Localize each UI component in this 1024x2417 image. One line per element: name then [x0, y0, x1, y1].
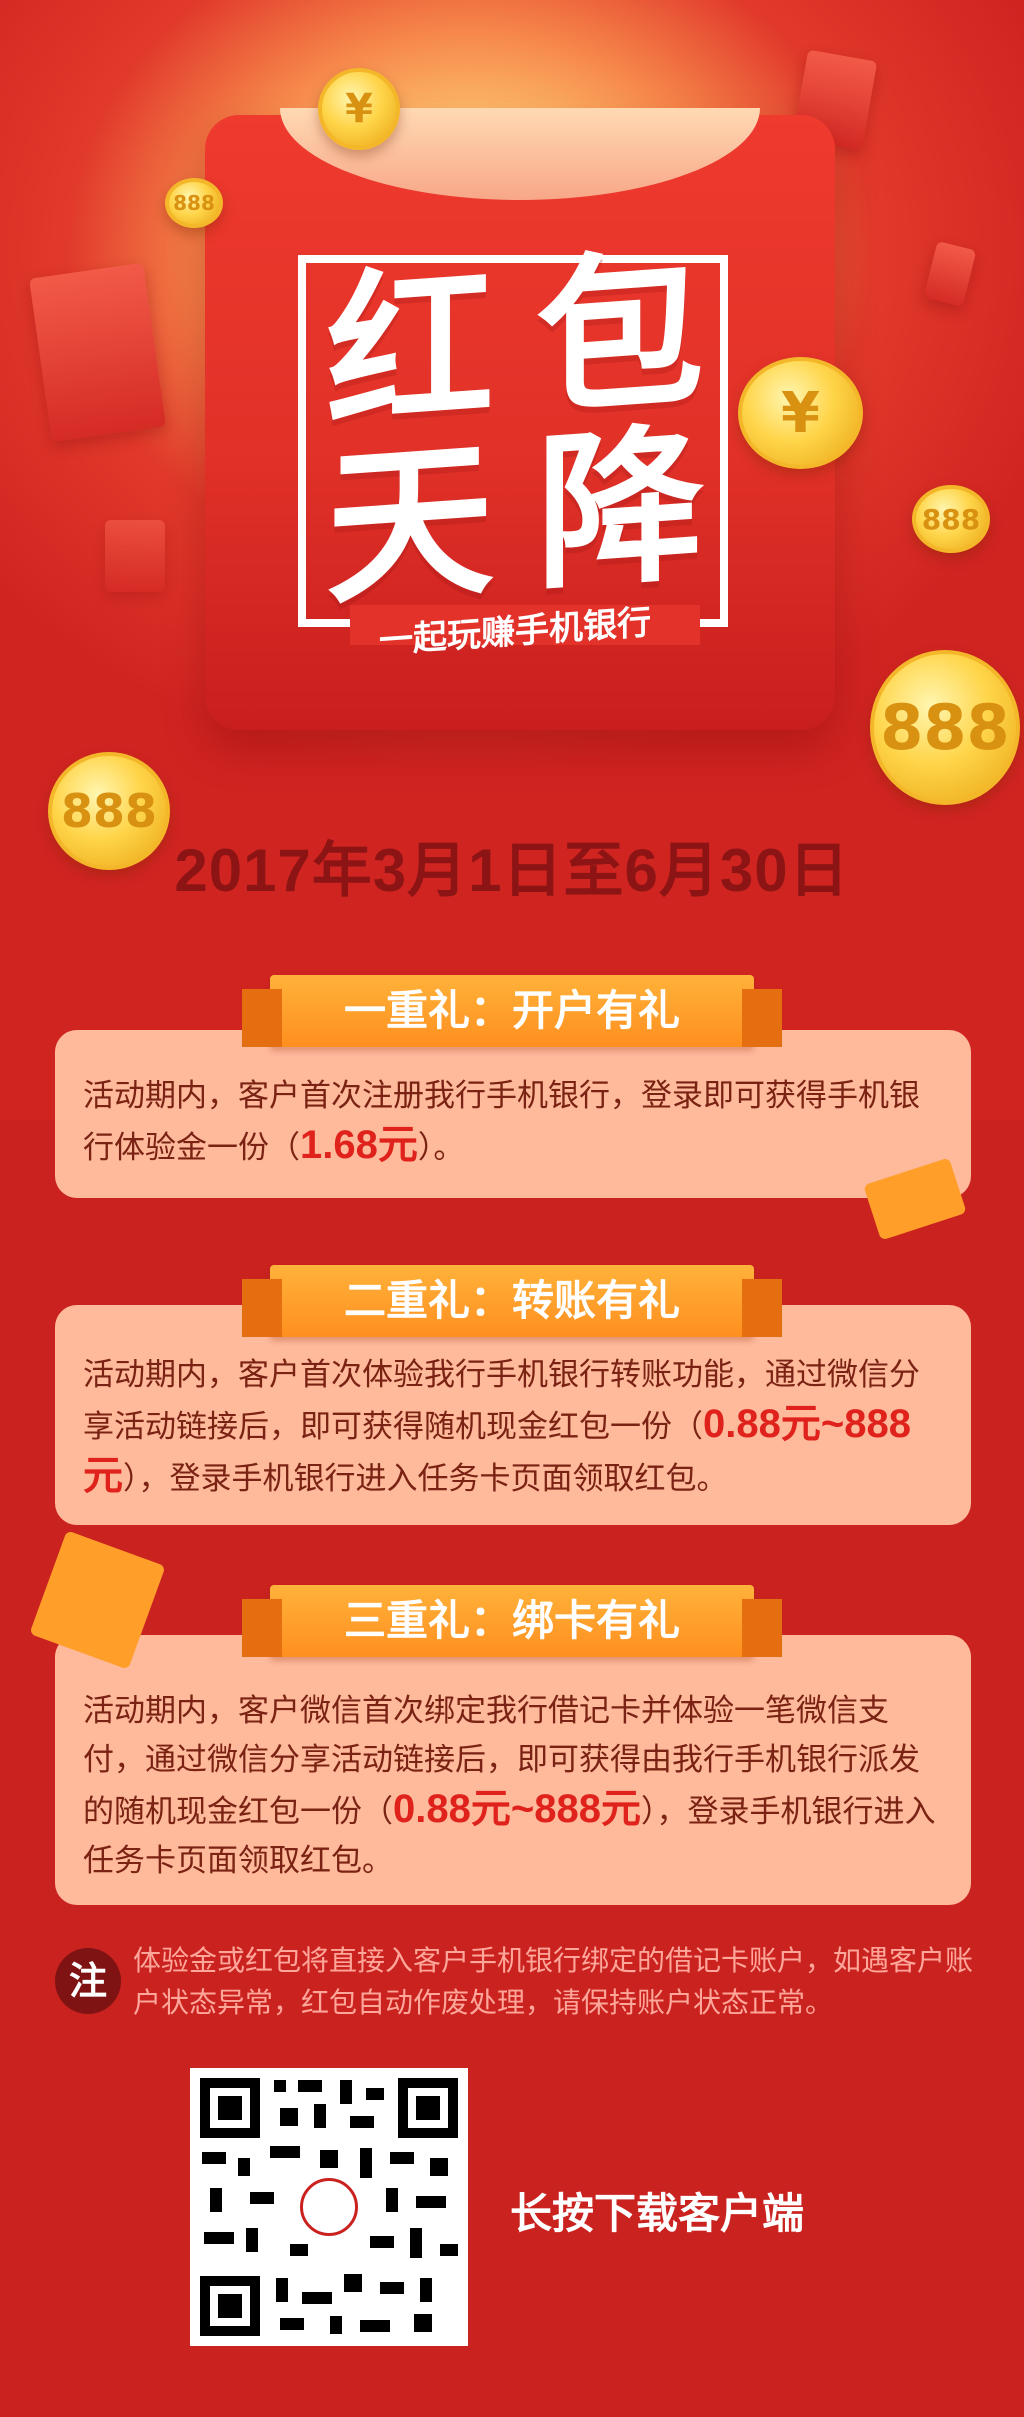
campaign-date-range: 2017年3月1日至6月30日 — [174, 837, 850, 904]
gift-amount: 0.88元~888元 — [393, 1787, 641, 1831]
gift-banner-2: 二重礼：转账有礼 — [242, 1265, 782, 1337]
888-coin-icon: 888 — [870, 650, 1020, 805]
promo-poster: 红 包 天 降 一起玩赚手机银行 ¥ 888 ¥ 888 888 888 201… — [0, 0, 1024, 2417]
gift-card-2: 活动期内，客户首次体验我行手机银行转账功能，通过微信分享活动链接后，即可获得随机… — [55, 1305, 971, 1525]
note-badge: 注 — [55, 1948, 121, 2014]
hero-title-char: 降 — [536, 405, 704, 614]
gift-text: ），登录手机银行进入任务卡页面领取红包。 — [123, 1461, 728, 1497]
note-text: 体验金或红包将直接入客户手机银行绑定的借记卡账户，如遇客户账户状态异常，红包自动… — [133, 1944, 974, 2019]
gift-amount: 1.68元 — [300, 1123, 418, 1167]
hero-title: 红 包 天 降 — [305, 230, 725, 629]
888-coin-icon: 888 — [165, 178, 223, 228]
flying-red-envelope — [105, 520, 165, 592]
flying-red-envelope — [29, 262, 166, 443]
gift-banner-3: 三重礼：绑卡有礼 — [242, 1585, 782, 1657]
gift-text: 活动期内，客户首次注册我行手机银行，登录即可获得手机银行体验金一份（ — [83, 1078, 920, 1166]
hero-title-char: 天 — [326, 420, 494, 629]
gift-banner-1: 一重礼：开户有礼 — [242, 975, 782, 1047]
download-cta: 长按下载客户端 — [510, 2189, 805, 2238]
hero-title-char: 红 — [326, 245, 494, 454]
gift-card-3: 活动期内，客户微信首次绑定我行借记卡并体验一笔微信支付，通过微信分享活动链接后，… — [55, 1635, 971, 1905]
flying-red-envelope — [923, 241, 977, 307]
gift-text: ）。 — [417, 1130, 465, 1166]
yuan-coin-icon: ¥ — [318, 68, 400, 150]
888-coin-icon: 888 — [912, 485, 990, 553]
bank-logo-icon — [300, 2178, 358, 2236]
yuan-coin-icon: ¥ — [738, 357, 863, 469]
gift-card-1: 活动期内，客户首次注册我行手机银行，登录即可获得手机银行体验金一份（1.68元）… — [55, 1030, 971, 1198]
hero-title-char: 包 — [536, 230, 704, 439]
